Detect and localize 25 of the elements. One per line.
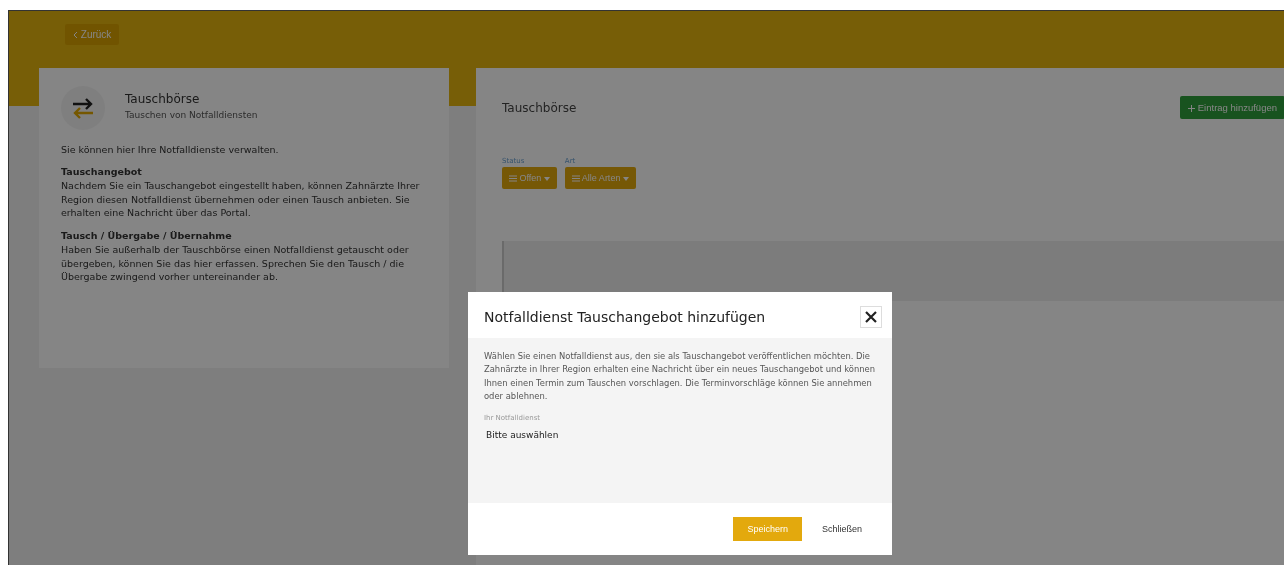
- section-heading: Tausch / Übergabe / Übernahme: [61, 229, 233, 243]
- caret-icon: [622, 176, 629, 181]
- list-icon: [509, 175, 517, 183]
- section-heading: Tauschangebot: [61, 165, 143, 179]
- add-entry-button[interactable]: Eintrag hinzufügen: [1180, 96, 1284, 119]
- save-button[interactable]: Speichern: [733, 517, 802, 541]
- section-text: Nachdem Sie ein Tauschangebot eingestellt haben, können Zahnärzte Ihrer Region diesen Notfalldienst übernehmen oder einen Tausch anbieten. Sie erhalten eine Nachricht über das Portal.: [61, 178, 421, 221]
- filter-dropdown[interactable]: Offen: [502, 167, 557, 189]
- panel-title: Tauschbörse: [502, 100, 577, 115]
- intro-text: Sie können hier Ihre Notfalldienste verwalten.: [61, 144, 280, 155]
- swap-arrows-icon: [61, 86, 105, 130]
- card-subtitle: Tauschen von Notfalldiensten: [125, 110, 258, 120]
- modal-title: Notfalldienst Tauschangebot hinzufügen: [484, 309, 766, 325]
- filter-dropdown[interactable]: Alle Arten: [564, 167, 636, 189]
- chevron-left-icon: [73, 31, 78, 40]
- section-text: Haben Sie außerhalb der Tauschbörse einen Notfalldienst getauscht oder übergeben, können Sie das hier erfassen. Sprechen Sie den Tausch / die Übergabe zwingend vorher untereinander ab.: [61, 242, 410, 285]
- caret-icon: [543, 176, 550, 181]
- close-button[interactable]: Schließen: [817, 517, 866, 541]
- back-button[interactable]: Zurück: [65, 24, 120, 45]
- list-icon: [571, 175, 580, 183]
- plus-icon: [1188, 105, 1196, 112]
- modal-description: Wählen Sie einen Notfalldienst aus, den sie als Tauschangebot veröffentlichen möchten. Die Zahnärzte in Ihrer Region erhalten eine Nachricht über ein neues Tauschangebot und können Ihnen einen Termin zum Tauschen vorschlagen. Die Terminvorschläge können Sie annehmen oder ablehnen.: [484, 350, 876, 404]
- close-icon[interactable]: [860, 306, 882, 328]
- card-title: Tauschbörse: [125, 92, 201, 106]
- service-select[interactable]: Bitte auswählen: [484, 427, 876, 442]
